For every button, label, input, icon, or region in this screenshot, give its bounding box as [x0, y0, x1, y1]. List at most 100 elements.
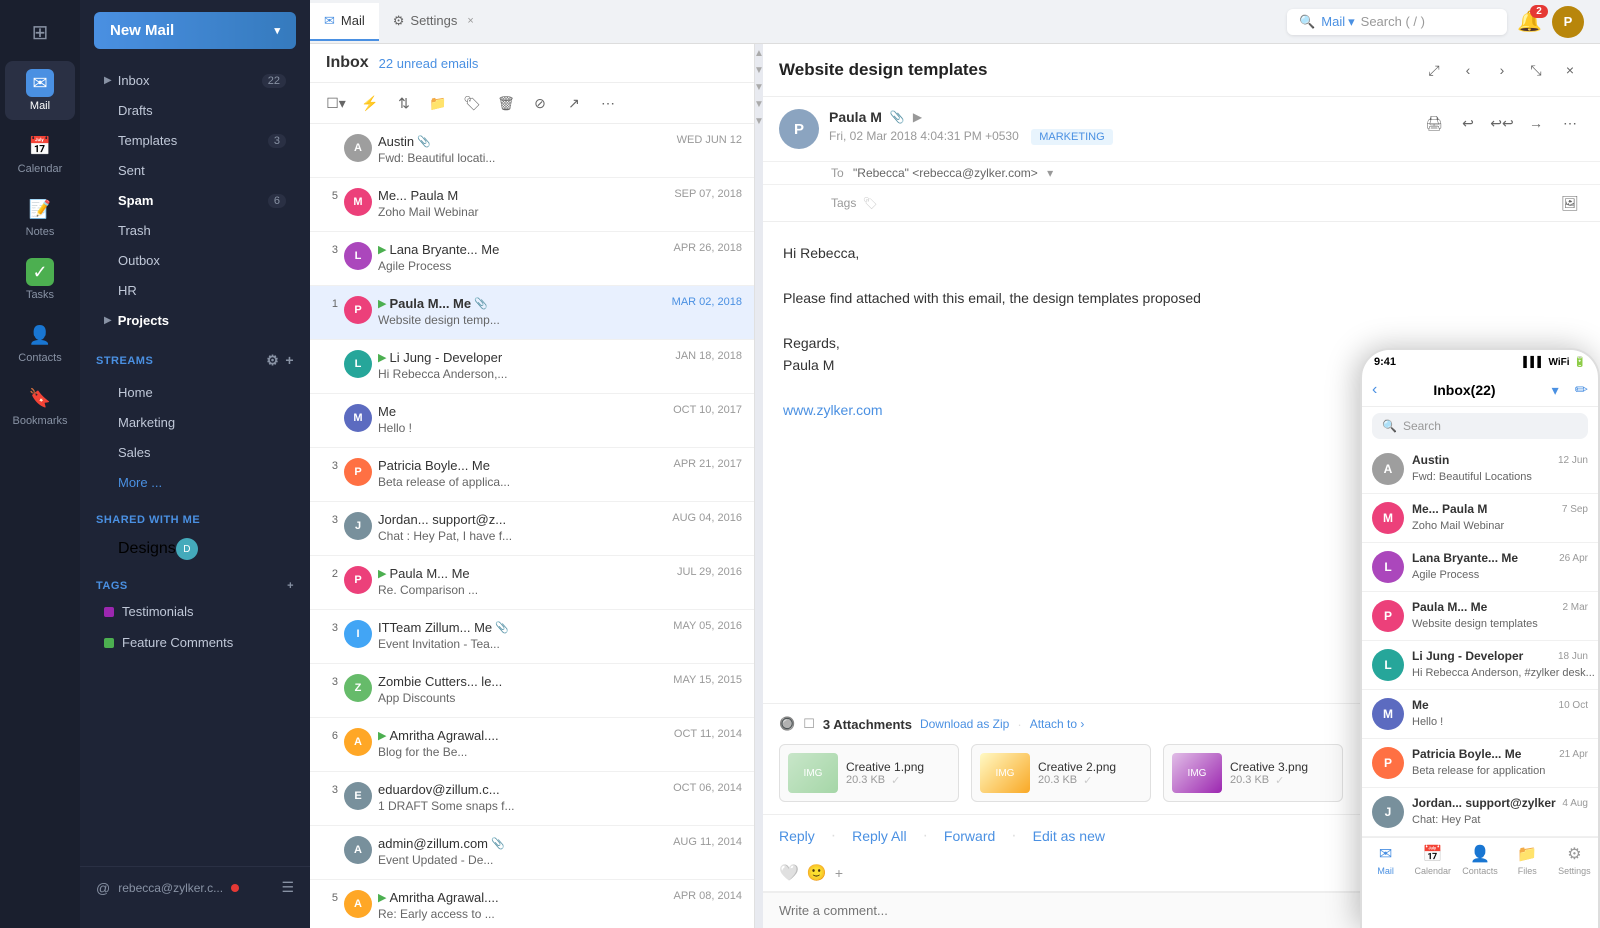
more-actions-button[interactable]: ⋯: [1556, 109, 1584, 137]
heart-emoji[interactable]: 🤍: [779, 863, 799, 883]
mail-list-item[interactable]: A admin@zillum.com 📎 Event Updated - De.…: [310, 826, 754, 880]
sidebar-item-calendar[interactable]: 📅 Calendar: [5, 124, 75, 183]
mail-list-item[interactable]: 3 Z Zombie Cutters... le... App Discount…: [310, 664, 754, 718]
reply-all-link[interactable]: Reply All: [852, 828, 906, 844]
chevron-down-to-icon[interactable]: ▾: [1047, 166, 1053, 180]
print-button[interactable]: 🖨: [1420, 109, 1448, 137]
mobile-nav-item-settings[interactable]: ⚙ Settings: [1551, 838, 1598, 882]
reply-all-button-header[interactable]: ↩↩: [1488, 109, 1516, 137]
reply-link[interactable]: Reply: [779, 828, 815, 844]
mail-list-item[interactable]: 3 J Jordan... support@z... Chat : Hey Pa…: [310, 502, 754, 556]
add-tag-icon[interactable]: +: [287, 580, 294, 592]
mail-list-item[interactable]: 5 A ▶ Amritha Agrawal.... Re: Early acce…: [310, 880, 754, 928]
mobile-nav-item-mail[interactable]: ✉ Mail: [1362, 838, 1409, 882]
mobile-mail-item[interactable]: L Li Jung - Developer 18 Jun Hi Rebecca …: [1362, 641, 1598, 690]
nav-item-projects[interactable]: ▶ Projects: [88, 306, 302, 335]
tab-settings[interactable]: ⚙ Settings ×: [379, 3, 488, 41]
mobile-mail-item[interactable]: P Paula M... Me 2 Mar Website design tem…: [1362, 592, 1598, 641]
tab-mail[interactable]: ✉ Mail: [310, 3, 379, 41]
sidebar-item-bookmarks[interactable]: 🔖 Bookmarks: [5, 376, 75, 435]
next-email-button[interactable]: ›: [1488, 56, 1516, 84]
nav-item-sales[interactable]: Sales: [88, 438, 302, 467]
grid-menu-icon[interactable]: ⊞: [32, 20, 49, 45]
collapse-icon[interactable]: ☰: [281, 879, 294, 896]
new-mail-button[interactable]: New Mail ▾: [94, 12, 296, 49]
mobile-mail-item[interactable]: M Me... Paula M 7 Sep Zoho Mail Webinar: [1362, 494, 1598, 543]
mobile-mail-item[interactable]: M Me 10 Oct Hello !: [1362, 690, 1598, 739]
user-avatar[interactable]: P: [1552, 6, 1584, 38]
popout-button[interactable]: ⤢: [1420, 56, 1448, 84]
mobile-chevron-icon[interactable]: ▾: [1552, 382, 1559, 399]
bottom-account[interactable]: @ rebecca@zylker.c... ☰: [80, 866, 310, 908]
nav-item-drafts[interactable]: Drafts: [88, 96, 302, 125]
attachment-item[interactable]: IMG Creative 3.png 20.3 KB ✓: [1163, 744, 1343, 802]
filter-button[interactable]: ⚡: [356, 89, 384, 117]
move-button[interactable]: ↗: [560, 89, 588, 117]
nav-item-spam[interactable]: Spam 6: [88, 186, 302, 215]
tag-button[interactable]: 🏷: [458, 89, 486, 117]
sort-button[interactable]: ⇅: [390, 89, 418, 117]
search-scope-selector[interactable]: Mail ▾: [1321, 14, 1354, 30]
mail-list-item[interactable]: 1 P ▶ Paula M... Me 📎 Website design tem…: [310, 286, 754, 340]
image-toggle-button[interactable]: 🖼: [1556, 189, 1584, 217]
sidebar-item-contacts[interactable]: 👤 Contacts: [5, 313, 75, 372]
nav-item-outbox[interactable]: Outbox: [88, 246, 302, 275]
forward-button-header[interactable]: →: [1522, 109, 1550, 137]
nav-item-marketing[interactable]: Marketing: [88, 408, 302, 437]
nav-item-hr[interactable]: HR: [88, 276, 302, 305]
mail-list-item[interactable]: 5 M Me... Paula M Zoho Mail Webinar SEP …: [310, 178, 754, 232]
mail-list-item[interactable]: 3 I ITTeam Zillum... Me 📎 Event Invitati…: [310, 610, 754, 664]
mail-list-item[interactable]: 3 E eduardov@zillum.c... 1 DRAFT Some sn…: [310, 772, 754, 826]
nav-item-more[interactable]: More ...: [88, 468, 302, 497]
mobile-compose-button[interactable]: ✏: [1575, 380, 1588, 400]
nav-item-inbox[interactable]: ▶ Inbox 22: [88, 66, 302, 95]
nav-item-designs[interactable]: Designs D: [88, 531, 302, 567]
notifications-button[interactable]: 🔔 2: [1517, 9, 1542, 34]
add-stream-icon[interactable]: +: [285, 352, 294, 369]
settings-icon[interactable]: ⚙: [266, 352, 279, 369]
reaction-emoji[interactable]: 🙂: [807, 863, 827, 883]
attach-to-link[interactable]: Attach to ›: [1030, 717, 1085, 731]
mail-list-item[interactable]: L ▶ Li Jung - Developer Hi Rebecca Ander…: [310, 340, 754, 394]
mail-list-item[interactable]: M Me Hello ! OCT 10, 2017: [310, 394, 754, 448]
sidebar-item-notes[interactable]: 📝 Notes: [5, 187, 75, 246]
email-website-link[interactable]: www.zylker.com: [783, 402, 883, 418]
expand-button[interactable]: ⤡: [1522, 56, 1550, 84]
nav-item-sent[interactable]: Sent: [88, 156, 302, 185]
attachment-item[interactable]: IMG Creative 2.png 20.3 KB ✓: [971, 744, 1151, 802]
nav-item-templates[interactable]: Templates 3: [88, 126, 302, 155]
attachment-item[interactable]: IMG Creative 1.png 20.3 KB ✓: [779, 744, 959, 802]
edit-as-new-link[interactable]: Edit as new: [1033, 828, 1105, 844]
mobile-nav-item-contacts[interactable]: 👤 Contacts: [1456, 838, 1503, 882]
sidebar-item-tasks[interactable]: ✓ Tasks: [5, 250, 75, 309]
mobile-nav-item-calendar[interactable]: 📅 Calendar: [1409, 838, 1456, 882]
close-detail-button[interactable]: ×: [1556, 56, 1584, 84]
mobile-mail-item[interactable]: A Austin 12 Jun Fwd: Beautiful Locations: [1362, 445, 1598, 494]
mobile-mail-item[interactable]: L Lana Bryante... Me 26 Apr Agile Proces…: [1362, 543, 1598, 592]
more-button[interactable]: ⋯: [594, 89, 622, 117]
tab-close-icon[interactable]: ×: [467, 15, 473, 27]
delete-button[interactable]: 🗑: [492, 89, 520, 117]
mobile-mail-item[interactable]: J Jordan... support@zylker 4 Aug Chat: H…: [1362, 788, 1598, 837]
nav-item-feature-comments[interactable]: Feature Comments: [88, 628, 302, 657]
search-bar[interactable]: 🔍 Mail ▾ Search ( / ): [1287, 9, 1507, 35]
block-button[interactable]: ⊘: [526, 89, 554, 117]
mail-list-item[interactable]: 2 P ▶ Paula M... Me Re. Comparison ... J…: [310, 556, 754, 610]
prev-email-button[interactable]: ‹: [1454, 56, 1482, 84]
mail-list-item[interactable]: 3 L ▶ Lana Bryante... Me Agile Process A…: [310, 232, 754, 286]
tag-add-icon[interactable]: 🏷: [862, 196, 877, 210]
nav-item-testimonials[interactable]: Testimonials: [88, 597, 302, 626]
forward-link[interactable]: Forward: [944, 828, 995, 844]
mail-list-item[interactable]: 3 P Patricia Boyle... Me Beta release of…: [310, 448, 754, 502]
folder-button[interactable]: 📁: [424, 89, 452, 117]
mobile-nav-item-files[interactable]: 📁 Files: [1504, 838, 1551, 882]
reply-button-header[interactable]: ↩: [1454, 109, 1482, 137]
select-all-button[interactable]: ☐▾: [322, 89, 350, 117]
mail-list-item[interactable]: 6 A ▶ Amritha Agrawal.... Blog for the B…: [310, 718, 754, 772]
nav-item-trash[interactable]: Trash: [88, 216, 302, 245]
add-reaction-icon[interactable]: +: [835, 865, 843, 881]
sidebar-item-mail[interactable]: ✉ Mail: [5, 61, 75, 120]
mail-list-item[interactable]: A Austin 📎 Fwd: Beautiful locati... WED …: [310, 124, 754, 178]
nav-item-home[interactable]: Home: [88, 378, 302, 407]
mobile-mail-item[interactable]: P Patricia Boyle... Me 21 Apr Beta relea…: [1362, 739, 1598, 788]
